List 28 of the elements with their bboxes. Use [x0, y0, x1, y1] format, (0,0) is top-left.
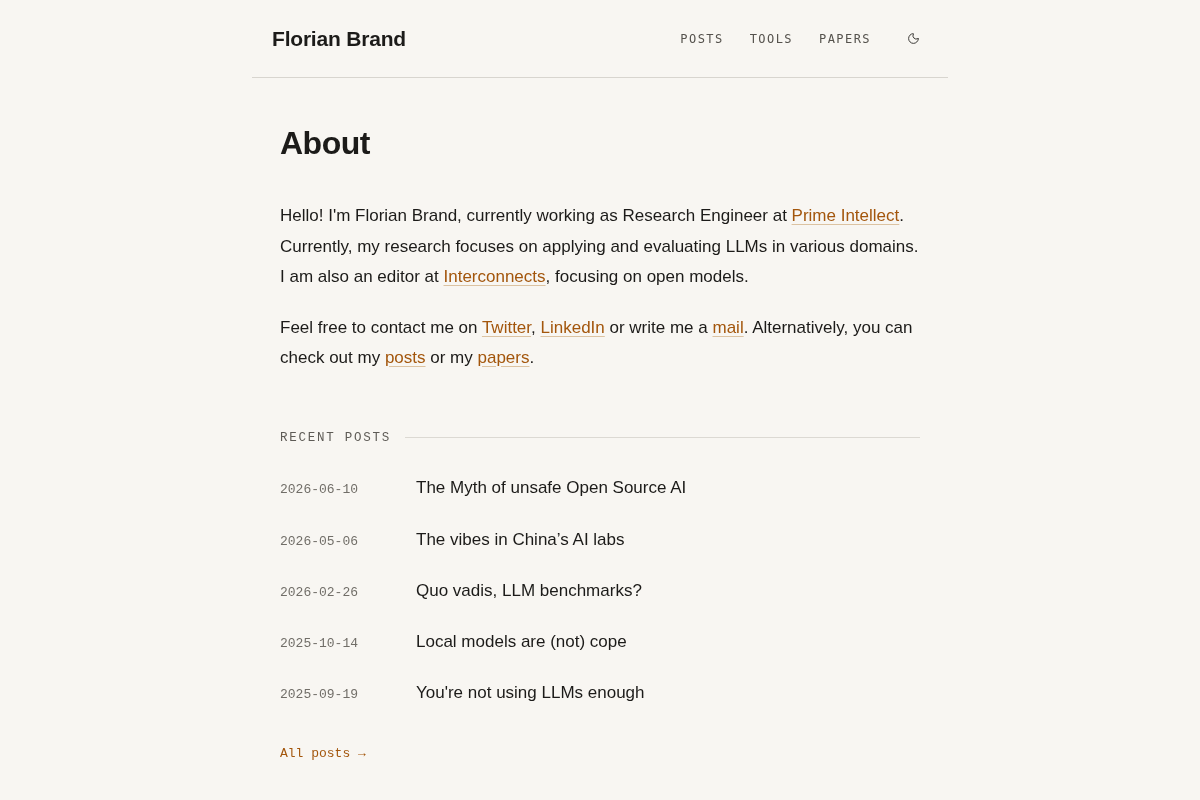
post-title-link[interactable]: Local models are (not) cope	[416, 629, 627, 655]
theme-toggle-button[interactable]	[907, 32, 920, 45]
post-date: 2025-10-14	[280, 635, 359, 653]
text-link[interactable]: Twitter	[481, 317, 532, 337]
paragraph: Feel free to contact me on Twitter, LinkedIn or write me a mail. Alternatively, you can check out my posts or my papers.	[280, 316, 914, 369]
section-heading: RECENT POSTS	[280, 429, 391, 447]
text-link[interactable]: mail	[712, 317, 744, 337]
post-date: 2026-06-10	[280, 481, 359, 500]
text-link[interactable]: Interconnects	[443, 267, 546, 286]
text-link[interactable]: Prime Intellect	[791, 206, 900, 225]
post-title-link[interactable]: The Myth of unsafe Open Source AI	[416, 475, 687, 501]
moon-icon	[907, 32, 920, 45]
text-link[interactable]: papers	[477, 348, 530, 367]
paragraph: Hello! I'm Florian Brand, currently working as Research Engineer at Prime Intellect. Currently, my research focuses on applying and evaluating LLMs in various domains. I am also an editor at Interconnects, focusing on open models.	[280, 205, 920, 288]
post-date: 2025-09-19	[280, 686, 359, 705]
post-title-link[interactable]: You're not using LLMs enough	[416, 680, 645, 706]
post-date: 2026-02-26	[280, 583, 359, 602]
post-title-link[interactable]: Quo vadis, LLM benchmarks?	[416, 577, 642, 604]
nav-link[interactable]: PAPERS	[819, 29, 871, 48]
page-heading: About	[280, 124, 371, 163]
post-date: 2026-05-06	[280, 532, 359, 551]
site-title[interactable]: Florian Brand	[272, 22, 406, 55]
all-posts-link[interactable]: All posts →	[280, 743, 366, 763]
nav-link[interactable]: TOOLS	[749, 29, 793, 48]
nav-link[interactable]: POSTS	[680, 29, 724, 48]
post-title-link[interactable]: The vibes in China’s AI labs	[416, 526, 625, 552]
text-link[interactable]: posts	[384, 348, 426, 367]
text-link[interactable]: LinkedIn	[540, 317, 605, 337]
